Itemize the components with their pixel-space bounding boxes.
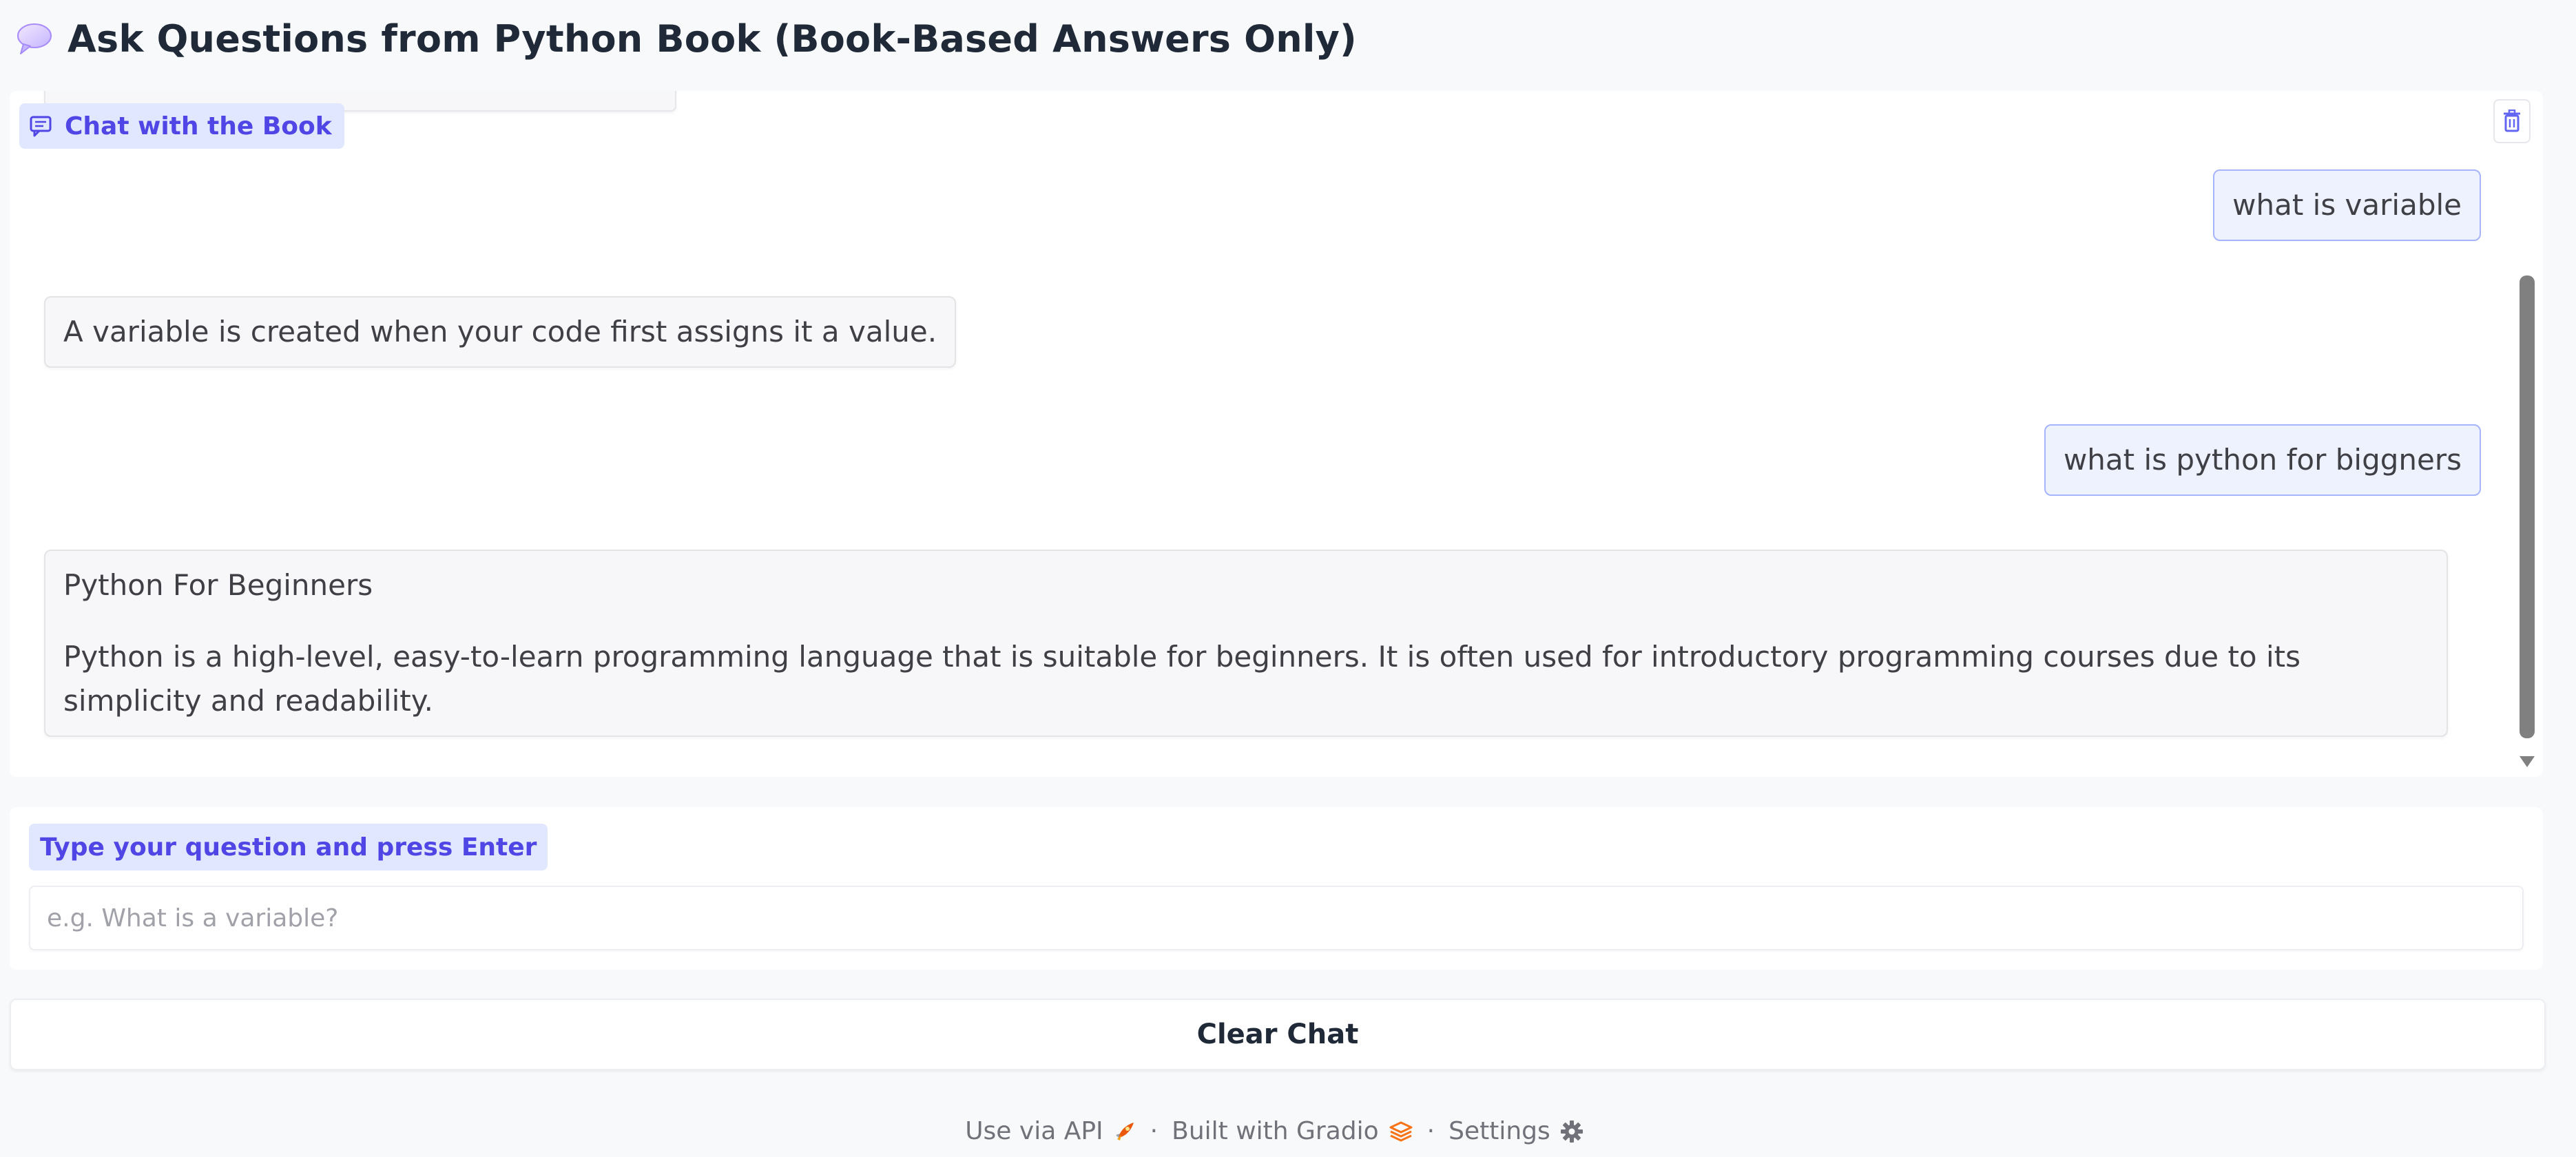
footer-separator: ·: [1426, 1117, 1435, 1145]
gradio-logo-icon: [1389, 1121, 1413, 1141]
clear-chat-button[interactable]: Clear Chat: [10, 999, 2546, 1070]
question-label: Type your question and press Enter: [29, 824, 548, 871]
user-message: what is variable: [2213, 169, 2481, 241]
chat-scrollbar[interactable]: [2520, 275, 2535, 738]
rocket-icon: [1115, 1122, 1134, 1140]
page-title: Ask Questions from Python Book (Book-Bas…: [67, 17, 1357, 61]
app-header: Ask Questions from Python Book (Book-Bas…: [15, 10, 1357, 67]
question-input[interactable]: [29, 886, 2524, 950]
chat-scrollbar-thumb[interactable]: [2520, 275, 2535, 738]
footer-separator: ·: [1150, 1117, 1159, 1145]
footer: Use via API · Built with Gradio · Settin…: [0, 1117, 2548, 1145]
chatbot-label-text: Chat with the Book: [65, 112, 332, 140]
chatbot-label: Chat with the Book: [19, 103, 344, 149]
use-via-api-link[interactable]: Use via API: [965, 1117, 1136, 1145]
clear-chat-icon-button[interactable]: [2493, 99, 2531, 143]
bot-message: Python For Beginners Python is a high-le…: [44, 550, 2448, 737]
user-message: what is python for biggners: [2044, 424, 2481, 496]
bot-message-heading: Python For Beginners: [63, 568, 373, 602]
bot-message: A variable is created when your code fir…: [44, 296, 957, 368]
chat-icon: [30, 116, 52, 137]
built-with-gradio-label: Built with Gradio: [1172, 1117, 1379, 1145]
trash-icon: [2504, 110, 2520, 132]
use-via-api-label: Use via API: [965, 1117, 1103, 1145]
settings-label: Settings: [1448, 1117, 1550, 1145]
gear-icon: [1560, 1120, 1583, 1143]
question-panel: Type your question and press Enter: [10, 807, 2543, 970]
scroll-down-arrow-icon[interactable]: [2520, 756, 2535, 767]
user-message-text: what is python for biggners: [2063, 443, 2462, 477]
settings-link[interactable]: Settings: [1448, 1117, 1583, 1145]
built-with-gradio-link[interactable]: Built with Gradio: [1172, 1117, 1413, 1145]
user-message-text: what is variable: [2232, 188, 2462, 222]
speech-bubble-icon: [17, 23, 52, 54]
chatbot-panel[interactable]: Chat with the Book what is variable A va…: [10, 91, 2543, 777]
app-page: Ask Questions from Python Book (Book-Bas…: [0, 0, 2576, 1157]
bot-message-text: A variable is created when your code fir…: [63, 315, 937, 348]
bot-message-text: Python is a high-level, easy-to-learn pr…: [63, 640, 2300, 718]
